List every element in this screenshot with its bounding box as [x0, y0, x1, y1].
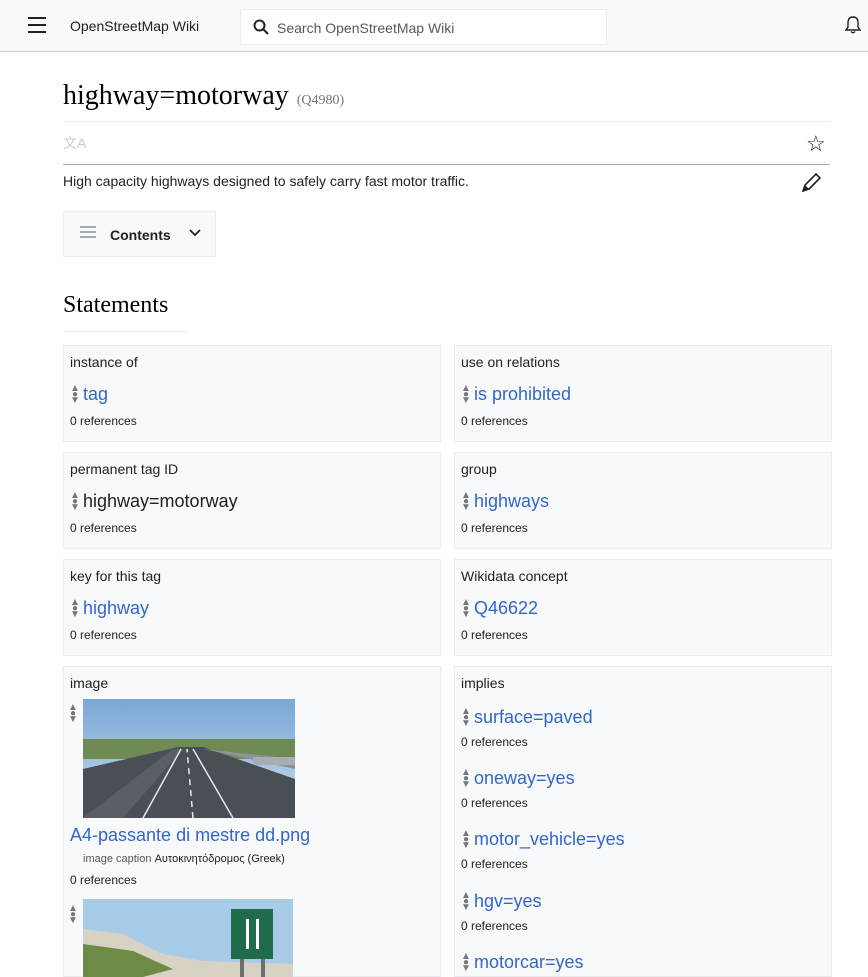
rank-icon[interactable]: ▲ ● ▼	[461, 828, 471, 850]
search-icon	[253, 19, 269, 35]
chevron-down-icon	[189, 229, 201, 237]
statement-permanent-tag-id: permanent tag ID ▲ ● ▼ highway=motorway 0 r…	[63, 452, 441, 549]
statement-implies: implies ▲ ● ▼ surface=paved 0 references ▲ ●…	[454, 666, 832, 977]
statement-value[interactable]: ▲ ● ▼ hgv=yes	[461, 890, 542, 912]
bell-icon[interactable]	[845, 16, 861, 34]
value-link[interactable]: motor_vehicle=yes	[474, 829, 625, 850]
image-thumbnail[interactable]	[83, 699, 295, 818]
statement-value[interactable]: ▲ ● ▼ tag	[70, 383, 108, 405]
references-toggle[interactable]: 0 references	[70, 873, 137, 887]
references-toggle[interactable]: 0 references	[461, 735, 528, 749]
statement-key-for-tag: key for this tag ▲ ● ▼ highway 0 references	[63, 559, 441, 656]
references-toggle[interactable]: 0 references	[70, 414, 137, 428]
references-toggle[interactable]: 0 references	[461, 857, 528, 871]
references-toggle[interactable]: 0 references	[70, 628, 137, 642]
item-id: (Q4980)	[296, 93, 345, 108]
rank-icon[interactable]: ▲ ● ▼	[461, 951, 471, 973]
value-link[interactable]: tag	[83, 384, 108, 405]
references-toggle[interactable]: 0 references	[70, 521, 137, 535]
statement-instance-of: instance of ▲ ● ▼ tag 0 references	[63, 345, 441, 442]
statement-value[interactable]: ▲ ● ▼ highway	[70, 597, 149, 619]
property-label[interactable]: image	[70, 675, 108, 691]
statement-value[interactable]: ▲ ● ▼ highways	[461, 490, 549, 512]
section-heading: Statements	[63, 292, 169, 318]
rank-icon[interactable]: ▲ ● ▼	[461, 767, 471, 789]
value-link[interactable]: highways	[474, 491, 549, 512]
search-box[interactable]	[240, 9, 607, 45]
contents-toggle[interactable]: Contents	[63, 211, 216, 257]
rank-icon[interactable]: ▲ ● ▼	[68, 904, 78, 926]
value-link[interactable]: motorcar=yes	[474, 952, 584, 973]
rank-icon[interactable]: ▲ ● ▼	[461, 706, 471, 728]
value-link[interactable]: surface=paved	[474, 707, 593, 728]
star-icon[interactable]: ☆	[806, 131, 826, 157]
pencil-icon[interactable]	[800, 172, 822, 194]
caption-value: Αυτοκινητόδρομος (Greek)	[154, 853, 285, 865]
image-file-link[interactable]: A4-passante di mestre dd.png	[70, 825, 310, 846]
rank-icon[interactable]: ▲ ● ▼	[461, 890, 471, 912]
translate-icon[interactable]: 文A	[63, 133, 86, 153]
page-description: High capacity highways designed to safel…	[63, 173, 469, 189]
rank-icon[interactable]: ▲ ● ▼	[461, 383, 471, 405]
statement-use-on-relations: use on relations ▲ ● ▼ is prohibited 0 refe…	[454, 345, 832, 442]
property-label[interactable]: permanent tag ID	[70, 461, 178, 477]
toc-icon	[80, 226, 96, 241]
divider	[63, 164, 830, 165]
rank-icon[interactable]: ▲ ● ▼	[68, 703, 78, 725]
property-label[interactable]: implies	[461, 675, 505, 691]
divider	[63, 331, 188, 332]
rank-icon[interactable]: ▲ ● ▼	[70, 597, 80, 619]
references-toggle[interactable]: 0 references	[461, 521, 528, 535]
value-link[interactable]: is prohibited	[474, 384, 571, 405]
statement-group: group ▲ ● ▼ highways 0 references	[454, 452, 832, 549]
statement-image: image ▲ ● ▼ A4-passante di mestre dd.png i…	[63, 666, 441, 977]
caption-label[interactable]: image caption	[83, 853, 152, 865]
divider	[63, 121, 830, 122]
statement-value[interactable]: ▲ ● ▼ oneway=yes	[461, 767, 575, 789]
statement-wikidata-concept: Wikidata concept ▲ ● ▼ Q46622 0 references	[454, 559, 832, 656]
property-label[interactable]: Wikidata concept	[461, 568, 568, 584]
value-link[interactable]: Q46622	[474, 598, 538, 619]
statement-value: ▲ ● ▼ highway=motorway	[70, 490, 238, 512]
references-toggle[interactable]: 0 references	[461, 628, 528, 642]
statement-value[interactable]: ▲ ● ▼ Q46622	[461, 597, 538, 619]
image-thumbnail[interactable]	[83, 899, 293, 977]
property-label[interactable]: key for this tag	[70, 568, 161, 584]
statement-value[interactable]: ▲ ● ▼ motorcar=yes	[461, 951, 584, 973]
statement-value[interactable]: ▲ ● ▼ is prohibited	[461, 383, 571, 405]
rank-icon[interactable]: ▲ ● ▼	[70, 383, 80, 405]
statement-value[interactable]: ▲ ● ▼ motor_vehicle=yes	[461, 828, 625, 850]
rank-icon[interactable]: ▲ ● ▼	[461, 597, 471, 619]
references-toggle[interactable]: 0 references	[461, 796, 528, 810]
page-heading: highway=motorway (Q4980)	[63, 80, 344, 112]
property-label[interactable]: use on relations	[461, 354, 560, 370]
statement-value[interactable]: ▲ ● ▼ surface=paved	[461, 706, 593, 728]
page-title: highway=motorway	[63, 80, 289, 111]
property-label[interactable]: group	[461, 461, 497, 477]
value-text: highway=motorway	[83, 491, 238, 511]
rank-icon[interactable]: ▲ ● ▼	[70, 490, 80, 512]
contents-label: Contents	[110, 227, 171, 243]
value-link[interactable]: highway	[83, 598, 149, 619]
value-link[interactable]: hgv=yes	[474, 891, 542, 912]
site-name[interactable]: OpenStreetMap Wiki	[70, 18, 199, 34]
top-header: OpenStreetMap Wiki	[0, 0, 868, 52]
references-toggle[interactable]: 0 references	[461, 414, 528, 428]
references-toggle[interactable]: 0 references	[461, 919, 528, 933]
image-caption: image caption Αυτοκινητόδρομος (Greek)	[83, 853, 285, 865]
property-label[interactable]: instance of	[70, 354, 138, 370]
menu-icon[interactable]	[28, 17, 46, 33]
value-link[interactable]: oneway=yes	[474, 768, 575, 789]
search-input[interactable]	[275, 17, 599, 39]
rank-icon[interactable]: ▲ ● ▼	[461, 490, 471, 512]
